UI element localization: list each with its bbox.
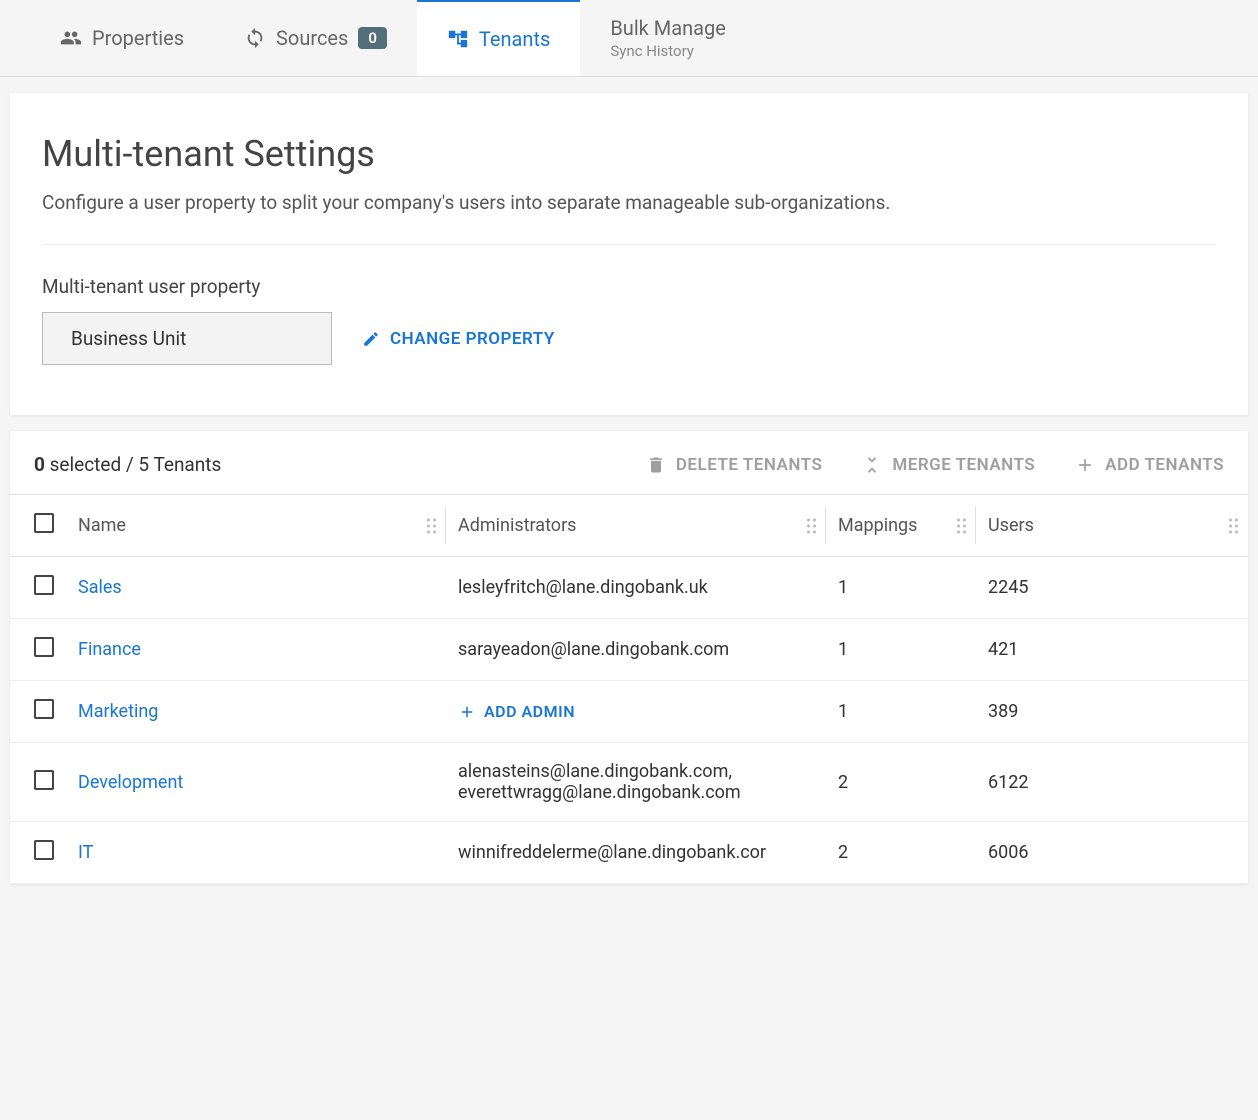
mappings-cell: 1 (826, 619, 976, 681)
merge-tenants-button[interactable]: MERGE TENANTS (862, 455, 1035, 475)
button-label: ADD TENANTS (1105, 455, 1224, 475)
button-label: MERGE TENANTS (892, 455, 1035, 475)
table-row: Finance sarayeadon@lane.dingobank.com1421 (10, 619, 1248, 681)
selection-summary: 0 selected / 5 Tenants (34, 453, 221, 476)
table-row: Development alenasteins@lane.dingobank.co… (10, 743, 1248, 822)
tab-sources[interactable]: Sources 0 (214, 0, 417, 76)
tenant-name-link[interactable]: IT (78, 842, 93, 863)
users-cell: 6122 (976, 743, 1248, 822)
users-cell: 6006 (976, 822, 1248, 884)
tab-label: Tenants (479, 27, 550, 51)
settings-card: Multi-tenant Settings Configure a user p… (10, 93, 1248, 415)
drag-handle-icon[interactable] (807, 518, 816, 533)
change-property-button[interactable]: CHANGE PROPERTY (362, 329, 555, 349)
users-cell: 389 (976, 681, 1248, 743)
column-header-users[interactable]: Users (976, 495, 1248, 557)
tab-label: Bulk Manage (610, 16, 726, 40)
drag-handle-icon[interactable] (1229, 518, 1238, 533)
row-checkbox[interactable] (34, 840, 54, 860)
mappings-cell: 2 (826, 822, 976, 884)
tenant-name-link[interactable]: Finance (78, 639, 141, 660)
table-toolbar: 0 selected / 5 Tenants DELETE TENANTS ME… (10, 431, 1248, 494)
tenant-name-link[interactable]: Sales (78, 577, 122, 598)
merge-icon (862, 455, 882, 475)
property-label: Multi-tenant user property (42, 275, 1216, 298)
tenant-name-link[interactable]: Marketing (78, 701, 158, 722)
table-row: Marketing ADD ADMIN 1389 (10, 681, 1248, 743)
edit-icon (362, 330, 380, 348)
users-cell: 2245 (976, 557, 1248, 619)
tenants-table-card: 0 selected / 5 Tenants DELETE TENANTS ME… (10, 431, 1248, 884)
admin-cell: sarayeadon@lane.dingobank.com (446, 619, 826, 681)
button-label: DELETE TENANTS (676, 455, 823, 475)
mappings-cell: 2 (826, 743, 976, 822)
users-cell: 421 (976, 619, 1248, 681)
row-checkbox[interactable] (34, 637, 54, 657)
row-checkbox[interactable] (34, 575, 54, 595)
add-tenants-button[interactable]: ADD TENANTS (1075, 455, 1224, 475)
page-title: Multi-tenant Settings (42, 133, 1216, 175)
plus-icon (1075, 455, 1095, 475)
drag-handle-icon[interactable] (957, 518, 966, 533)
tree-icon (447, 28, 469, 50)
tab-label: Sources (276, 26, 348, 50)
sources-count-badge: 0 (358, 27, 387, 49)
admin-cell: lesleyfritch@lane.dingobank.uk (446, 557, 826, 619)
people-icon (60, 27, 82, 49)
tab-bulk-manage[interactable]: Bulk Manage Sync History (580, 0, 756, 76)
tab-label: Properties (92, 26, 184, 50)
add-admin-label: ADD ADMIN (484, 702, 575, 721)
tab-tenants[interactable]: Tenants (417, 0, 580, 76)
row-checkbox[interactable] (34, 770, 54, 790)
trash-icon (646, 455, 666, 475)
mappings-cell: 1 (826, 681, 976, 743)
page-description: Configure a user property to split your … (42, 191, 1216, 245)
tenant-name-link[interactable]: Development (78, 772, 183, 793)
column-header-administrators[interactable]: Administrators (446, 495, 826, 557)
plus-icon (458, 703, 476, 721)
mappings-cell: 1 (826, 557, 976, 619)
table-row: Sales lesleyfritch@lane.dingobank.uk12245 (10, 557, 1248, 619)
sync-icon (244, 27, 266, 49)
table-row: IT winnifreddelerme@lane.dingobank.cor260… (10, 822, 1248, 884)
add-admin-button[interactable]: ADD ADMIN (458, 702, 814, 721)
property-value-box: Business Unit (42, 312, 332, 365)
row-checkbox[interactable] (34, 699, 54, 719)
tab-sublabel: Sync History (610, 42, 694, 60)
tab-bar: Properties Sources 0 Tenants Bulk Manage… (0, 0, 1258, 77)
drag-handle-icon[interactable] (427, 518, 436, 533)
admin-cell: winnifreddelerme@lane.dingobank.cor (446, 822, 826, 884)
admin-cell: alenasteins@lane.dingobank.com, everettw… (446, 743, 826, 822)
tenants-table: Name Administrators Mappings Users Sales… (10, 494, 1248, 884)
column-header-mappings[interactable]: Mappings (826, 495, 976, 557)
select-all-checkbox[interactable] (34, 513, 54, 533)
column-header-name[interactable]: Name (66, 495, 446, 557)
delete-tenants-button[interactable]: DELETE TENANTS (646, 455, 823, 475)
change-property-label: CHANGE PROPERTY (390, 329, 555, 349)
tab-properties[interactable]: Properties (30, 0, 214, 76)
